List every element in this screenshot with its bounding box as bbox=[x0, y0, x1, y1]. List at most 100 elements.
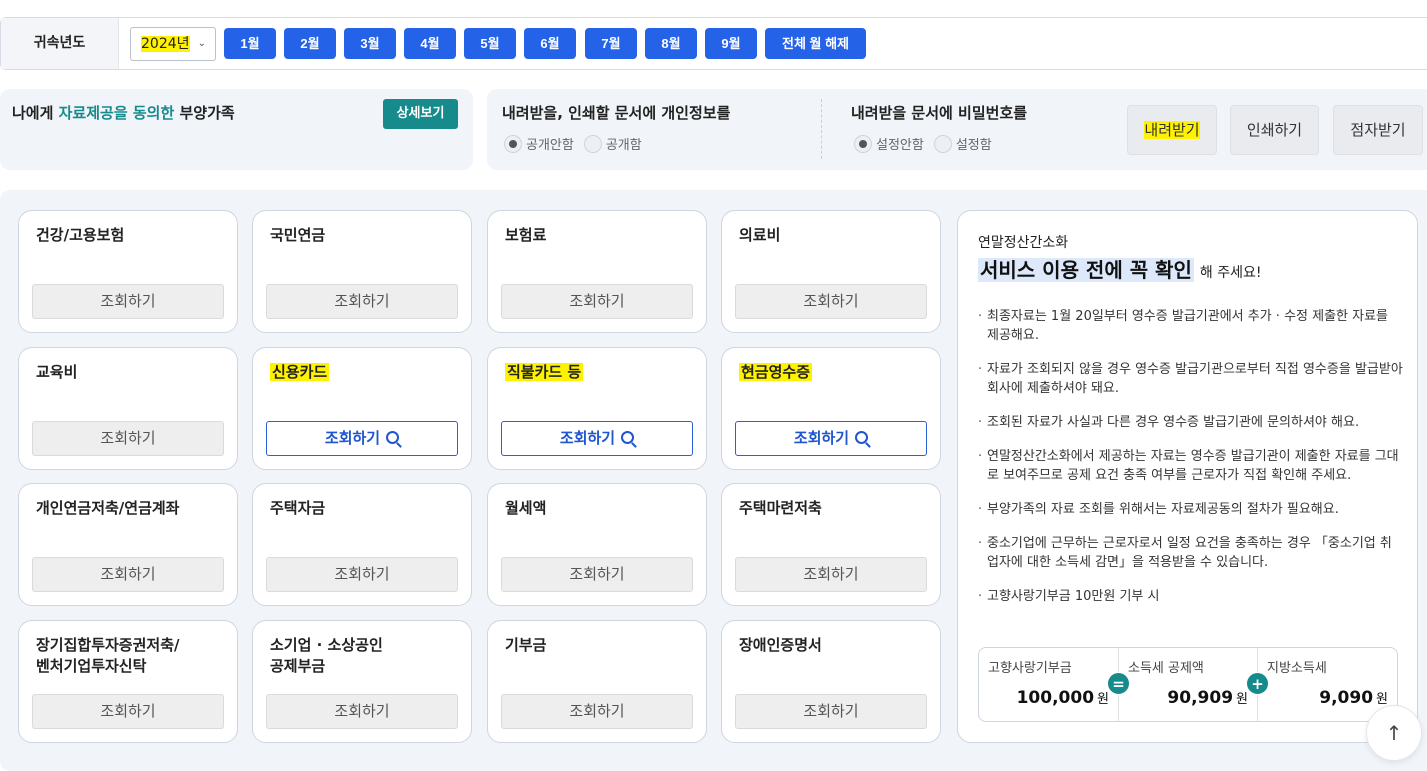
calc-unit: 원 bbox=[1376, 692, 1388, 707]
calc-label: 소득세 공제액 bbox=[1128, 661, 1204, 676]
year-select[interactable]: 2024년 ⌄ bbox=[130, 27, 216, 61]
clear-all-months-button[interactable]: 전체 월 해제 bbox=[765, 28, 866, 59]
search-icon bbox=[855, 431, 869, 444]
braille-button[interactable]: 점자받기 bbox=[1333, 105, 1423, 155]
month-button-2[interactable]: 2월 bbox=[284, 28, 336, 59]
card-title: 신용카드 bbox=[270, 362, 330, 383]
card-title: 장애인증명서 bbox=[739, 636, 822, 654]
month-button-9[interactable]: 9월 bbox=[705, 28, 757, 59]
scroll-to-top-button[interactable]: ↑ bbox=[1366, 705, 1422, 761]
year-label: 귀속년도 bbox=[1, 18, 119, 69]
month-button-1[interactable]: 1월 bbox=[224, 28, 276, 59]
inquiry-button[interactable]: 조회하기 bbox=[735, 421, 927, 456]
document-options-panel: 내려받을, 인쇄할 문서에 개인정보를 공개안함 공개함 내려받을 문서에 비밀… bbox=[487, 89, 1427, 170]
notice-list: 최종자료는 1월 20일부터 영수증 발급기관에서 추가 · 수정 제출한 자료… bbox=[978, 307, 1403, 621]
radio-password-on[interactable] bbox=[933, 134, 952, 153]
year-select-value: 2024년 bbox=[141, 36, 190, 52]
radio-password-off[interactable] bbox=[854, 134, 872, 153]
notice-item: 조회된 자료가 사실과 다른 경우 영수증 발급기관에 문의하셔야 해요. bbox=[978, 413, 1403, 432]
card-title: 월세액 bbox=[505, 499, 547, 517]
card-title: 기부금 bbox=[505, 636, 547, 654]
inquiry-button[interactable]: 조회하기 bbox=[32, 557, 224, 592]
password-radio-group: 설정안함 설정함 bbox=[854, 134, 992, 153]
inquiry-button[interactable]: 조회하기 bbox=[735, 694, 927, 729]
notice-item: 자료가 조회되지 않을 경우 영수증 발급기관으로부터 직접 영수증을 발급받아… bbox=[978, 360, 1403, 398]
inquiry-button[interactable]: 조회하기 bbox=[32, 694, 224, 729]
inquiry-button[interactable]: 조회하기 bbox=[32, 421, 224, 456]
calc-value: 100,000 원 bbox=[1017, 688, 1109, 708]
inquiry-button[interactable]: 조회하기 bbox=[266, 694, 458, 729]
inquiry-button[interactable]: 조회하기 bbox=[501, 421, 693, 456]
consent-title: 나에게 자료제공을 동의한 부양가족 bbox=[12, 102, 235, 123]
card-education-expenses: 교육비 조회하기 bbox=[18, 347, 238, 470]
card-title-text: 현금영수증 bbox=[739, 363, 813, 381]
notice-item: 고향사랑기부금 10만원 기부 시 bbox=[978, 587, 1403, 606]
card-medical-expenses: 의료비 조회하기 bbox=[721, 210, 941, 333]
card-title-line1: 소기업 · 소상공인 bbox=[270, 636, 383, 654]
personal-info-radio-group: 공개안함 공개함 bbox=[504, 134, 642, 153]
inquiry-button[interactable]: 조회하기 bbox=[501, 284, 693, 319]
notice-subtitle: 연말정산간소화 bbox=[978, 235, 1069, 251]
inquiry-button[interactable]: 조회하기 bbox=[501, 557, 693, 592]
notice-item: 중소기업에 근무하는 근로자로서 일정 요건을 충족하는 경우 「중소기업 취업… bbox=[978, 534, 1403, 572]
arrow-up-icon: ↑ bbox=[1385, 721, 1403, 745]
card-small-business-mutual-aid: 소기업 · 소상공인 공제부금 조회하기 bbox=[252, 620, 472, 743]
card-insurance-premium: 보험료 조회하기 bbox=[487, 210, 707, 333]
inquiry-button[interactable]: 조회하기 bbox=[735, 284, 927, 319]
card-cash-receipt: 현금영수증 조회하기 bbox=[721, 347, 941, 470]
download-button-label: 내려받기 bbox=[1144, 121, 1200, 139]
card-personal-pension-savings: 개인연금저축/연금계좌 조회하기 bbox=[18, 483, 238, 606]
inquiry-button-label: 조회하기 bbox=[324, 429, 381, 447]
radio-personal-hide[interactable] bbox=[504, 134, 522, 153]
month-button-6[interactable]: 6월 bbox=[524, 28, 576, 59]
chevron-down-icon: ⌄ bbox=[197, 38, 206, 49]
calc-unit: 원 bbox=[1097, 692, 1109, 707]
card-monthly-rent: 월세액 조회하기 bbox=[487, 483, 707, 606]
inquiry-button-label: 조회하기 bbox=[793, 429, 850, 447]
card-title: 국민연금 bbox=[270, 226, 326, 244]
inquiry-button[interactable]: 조회하기 bbox=[32, 284, 224, 319]
print-button[interactable]: 인쇄하기 bbox=[1230, 105, 1319, 155]
month-button-3[interactable]: 3월 bbox=[344, 28, 396, 59]
card-title: 직불카드 등 bbox=[505, 362, 584, 383]
calc-income-tax-deduction: 소득세 공제액 90,909 원 bbox=[1118, 648, 1257, 721]
month-button-8[interactable]: 8월 bbox=[645, 28, 697, 59]
card-debit-card: 직불카드 등 조회하기 bbox=[487, 347, 707, 470]
consent-title-highlight: 자료제공을 동의한 bbox=[58, 104, 175, 122]
card-title: 주택마련저축 bbox=[739, 499, 822, 517]
inquiry-button[interactable]: 조회하기 bbox=[266, 284, 458, 319]
inquiry-button[interactable]: 조회하기 bbox=[266, 421, 458, 456]
card-title: 개인연금저축/연금계좌 bbox=[36, 499, 180, 517]
card-credit-card: 신용카드 조회하기 bbox=[252, 347, 472, 470]
calc-label: 고향사랑기부금 bbox=[988, 661, 1072, 676]
card-title-text: 신용카드 bbox=[270, 363, 330, 381]
service-notice-panel: 연말정산간소화 서비스 이용 전에 꼭 확인 해 주세요! 최종자료는 1월 20… bbox=[957, 210, 1418, 743]
equals-icon: = bbox=[1107, 672, 1130, 695]
inquiry-button[interactable]: 조회하기 bbox=[735, 557, 927, 592]
card-housing-funds: 주택자금 조회하기 bbox=[252, 483, 472, 606]
download-button[interactable]: 내려받기 bbox=[1127, 105, 1217, 155]
card-long-term-investment-savings: 장기집합투자증권저축/벤처기업투자신탁 조회하기 bbox=[18, 620, 238, 743]
card-title: 장기집합투자증권저축/벤처기업투자신탁 bbox=[36, 635, 179, 677]
divider bbox=[821, 99, 822, 159]
calc-label: 지방소득세 bbox=[1267, 661, 1327, 676]
donation-calc-table: 고향사랑기부금 100,000 원 소득세 공제액 90,909 원 지방소득세 9… bbox=[978, 647, 1398, 722]
notice-item: 최종자료는 1월 20일부터 영수증 발급기관에서 추가 · 수정 제출한 자료… bbox=[978, 307, 1403, 345]
card-title: 소기업 · 소상공인 공제부금 bbox=[270, 635, 383, 677]
notice-item: 연말정산간소화에서 제공하는 자료는 영수증 발급기관이 제출한 자료를 그대로… bbox=[978, 447, 1403, 485]
month-button-7[interactable]: 7월 bbox=[585, 28, 637, 59]
consent-title-suffix: 부양가족 bbox=[174, 104, 235, 122]
card-title: 의료비 bbox=[739, 226, 781, 244]
card-title-text: 직불카드 등 bbox=[505, 363, 584, 381]
card-health-employment-insurance: 건강/고용보험 조회하기 bbox=[18, 210, 238, 333]
card-title: 보험료 bbox=[505, 226, 547, 244]
radio-password-on-label: 설정함 bbox=[955, 138, 992, 153]
inquiry-button[interactable]: 조회하기 bbox=[501, 694, 693, 729]
detail-view-button[interactable]: 상세보기 bbox=[383, 99, 458, 129]
inquiry-button[interactable]: 조회하기 bbox=[266, 557, 458, 592]
search-icon bbox=[621, 431, 635, 444]
month-button-4[interactable]: 4월 bbox=[404, 28, 456, 59]
radio-personal-show[interactable] bbox=[583, 134, 602, 153]
card-national-pension: 국민연금 조회하기 bbox=[252, 210, 472, 333]
month-button-5[interactable]: 5월 bbox=[464, 28, 516, 59]
